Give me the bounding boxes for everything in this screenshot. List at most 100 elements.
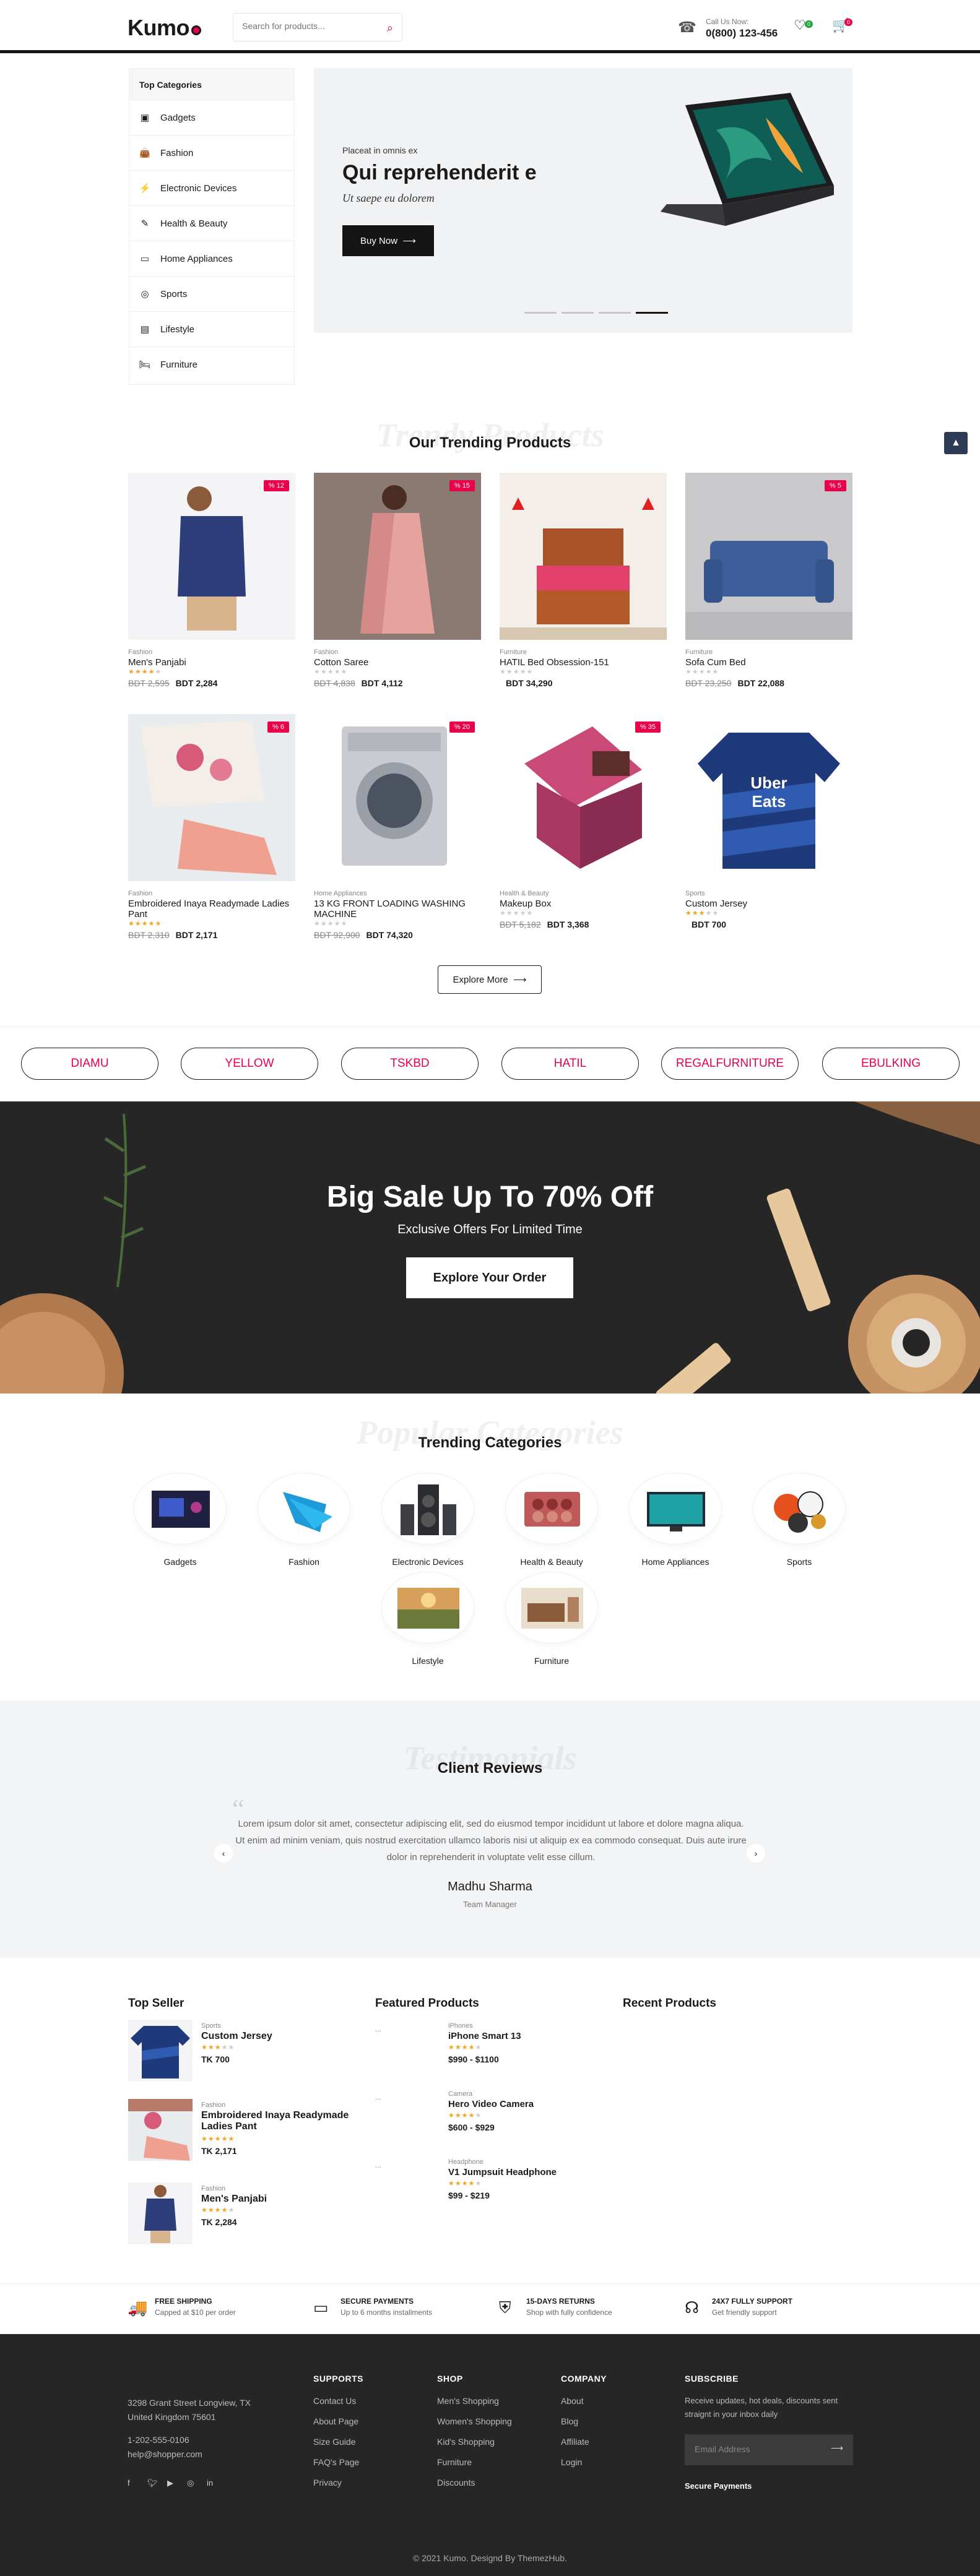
- product-image[interactable]: % 5: [685, 473, 852, 640]
- footer-link[interactable]: FAQ's Page: [313, 2457, 359, 2467]
- phone-text[interactable]: 1-202-555-0106: [128, 2433, 189, 2447]
- product-image[interactable]: [500, 473, 667, 640]
- product-thumb[interactable]: [128, 2182, 193, 2244]
- footer-link[interactable]: Discounts: [437, 2478, 475, 2488]
- category-image[interactable]: [258, 1473, 350, 1544]
- category-card[interactable]: Electronic Devices: [381, 1473, 474, 1567]
- product-name[interactable]: 13 KG FRONT LOADING WASHING MACHINE: [314, 898, 481, 920]
- email-input[interactable]: Email Address ⟶: [685, 2434, 853, 2465]
- brand-pill[interactable]: HATIL: [501, 1048, 639, 1080]
- footer-link[interactable]: Furniture: [437, 2457, 472, 2467]
- product-image[interactable]: % 15: [314, 473, 481, 640]
- footer-link[interactable]: Login: [561, 2457, 582, 2467]
- category-image[interactable]: [381, 1473, 474, 1544]
- category-image[interactable]: [505, 1572, 598, 1643]
- sidebar-item-sports[interactable]: ◎ Sports: [129, 276, 294, 311]
- product-thumb[interactable]: [128, 2020, 193, 2082]
- email-text[interactable]: help@shopper.com: [128, 2447, 202, 2462]
- product-name[interactable]: Men's Panjabi: [128, 657, 295, 668]
- footer-link[interactable]: About Page: [313, 2416, 358, 2426]
- category-image[interactable]: [629, 1473, 722, 1544]
- product-name[interactable]: Hero Video Camera: [448, 2099, 597, 2110]
- linkedin-icon[interactable]: in: [207, 2478, 213, 2488]
- product-name[interactable]: Men's Panjabi: [201, 2194, 350, 2205]
- product-card[interactable]: % 15 Fashion Cotton Saree ★★★★★ BDT 4,83…: [314, 473, 481, 688]
- search-icon[interactable]: ⌕: [387, 22, 393, 35]
- product-name[interactable]: Embroidered Inaya Readymade Ladies Pant: [201, 2110, 350, 2132]
- sidebar-item-furniture[interactable]: 🛏 Furniture: [129, 347, 294, 382]
- product-name[interactable]: Cotton Saree: [314, 657, 481, 668]
- product-card[interactable]: % 20 Home Appliances 13 KG FRONT LOADING…: [314, 714, 481, 940]
- sidebar-item-lifestyle[interactable]: ▤ Lifestyle: [129, 311, 294, 347]
- featured-item[interactable]: ... iPhones iPhone Smart 13 ★★★★★ $990 -…: [375, 2020, 579, 2082]
- product-card[interactable]: % 12 Fashion Men's Panjabi ★★★★★ BDT 2,5…: [128, 473, 295, 688]
- footer-link[interactable]: Kid's Shopping: [437, 2437, 495, 2447]
- brand-pill[interactable]: REGALFURNITURE: [661, 1048, 799, 1080]
- footer-link[interactable]: About: [561, 2396, 584, 2406]
- top-seller-item[interactable]: Fashion Embroidered Inaya Readymade Ladi…: [128, 2099, 351, 2167]
- product-image[interactable]: % 12: [128, 473, 295, 640]
- product-name[interactable]: Makeup Box: [500, 898, 667, 909]
- footer-link[interactable]: Men's Shopping: [437, 2396, 499, 2406]
- prev-arrow-icon[interactable]: ‹: [214, 1844, 233, 1863]
- product-card[interactable]: Uber Eats Sports Custom Jersey ★★★★★ BDT …: [685, 714, 852, 929]
- next-arrow-icon[interactable]: ›: [747, 1844, 765, 1863]
- explore-more-button[interactable]: Explore More ⟶: [438, 965, 542, 994]
- product-card[interactable]: % 6 Fashion Embroidered Inaya Readymade …: [128, 714, 295, 940]
- product-name[interactable]: Embroidered Inaya Readymade Ladies Pant: [128, 898, 295, 920]
- slider-dot[interactable]: [562, 312, 594, 314]
- sidebar-item-electronic[interactable]: ⚡ Electronic Devices: [129, 170, 294, 205]
- arrow-right-icon[interactable]: ⟶: [831, 2443, 843, 2453]
- footer-link[interactable]: Women's Shopping: [437, 2416, 512, 2426]
- explore-order-button[interactable]: Explore Your Order: [406, 1257, 573, 1298]
- footer-link[interactable]: Privacy: [313, 2478, 342, 2488]
- top-seller-item[interactable]: Sports Custom Jersey ★★★★★ TK 700: [128, 2020, 351, 2088]
- brand-pill[interactable]: EBULKING: [822, 1048, 960, 1080]
- product-name[interactable]: HATIL Bed Obsession-151: [500, 657, 667, 668]
- product-name[interactable]: Sofa Cum Bed: [685, 657, 852, 668]
- product-image[interactable]: % 20: [314, 714, 481, 881]
- sidebar-item-fashion[interactable]: 👜 Fashion: [129, 135, 294, 170]
- call-number[interactable]: 0(800) 123-456: [706, 27, 778, 40]
- youtube-icon[interactable]: ▶: [167, 2478, 173, 2488]
- slider-dot[interactable]: [524, 312, 557, 314]
- search-input[interactable]: [242, 21, 372, 31]
- brand-pill[interactable]: YELLOW: [181, 1048, 318, 1080]
- sidebar-item-health[interactable]: ✎ Health & Beauty: [129, 205, 294, 241]
- category-card[interactable]: Health & Beauty: [505, 1473, 598, 1567]
- category-card[interactable]: Furniture: [505, 1572, 598, 1666]
- heart-icon[interactable]: ♡: [794, 17, 806, 33]
- logo[interactable]: Kumo: [128, 15, 201, 41]
- footer-link[interactable]: Affiliate: [561, 2437, 589, 2447]
- instagram-icon[interactable]: ◎: [187, 2478, 194, 2488]
- product-image[interactable]: Uber Eats: [685, 714, 852, 881]
- brand-pill[interactable]: TSKBD: [341, 1048, 479, 1080]
- category-card[interactable]: Fashion: [258, 1473, 350, 1567]
- footer-link[interactable]: Size Guide: [313, 2437, 355, 2447]
- slider-dot-active[interactable]: [636, 312, 668, 314]
- category-card[interactable]: Lifestyle: [381, 1572, 474, 1666]
- buy-now-button[interactable]: Buy Now ⟶: [342, 225, 434, 256]
- brand-pill[interactable]: DIAMU: [21, 1048, 158, 1080]
- facebook-icon[interactable]: f: [128, 2478, 130, 2488]
- twitter-icon[interactable]: 🐦︎: [147, 2478, 158, 2488]
- product-card[interactable]: Furniture HATIL Bed Obsession-151 ★★★★★ …: [500, 473, 667, 688]
- slider-dot[interactable]: [599, 312, 631, 314]
- category-image[interactable]: [753, 1473, 846, 1544]
- product-name[interactable]: Custom Jersey: [685, 898, 852, 909]
- footer-link[interactable]: Blog: [561, 2416, 578, 2426]
- product-card[interactable]: % 5 Furniture Sofa Cum Bed ★★★★★ BDT 23,…: [685, 473, 852, 688]
- category-card[interactable]: Gadgets: [134, 1473, 227, 1567]
- product-thumb[interactable]: [128, 2099, 193, 2161]
- product-image[interactable]: % 35: [500, 714, 667, 881]
- category-card[interactable]: Home Appliances: [629, 1473, 722, 1567]
- category-image[interactable]: [134, 1473, 227, 1544]
- category-card[interactable]: Sports: [753, 1473, 846, 1567]
- sidebar-item-gadgets[interactable]: ▣ Gadgets: [129, 100, 294, 135]
- category-image[interactable]: [381, 1572, 474, 1643]
- category-image[interactable]: [505, 1473, 598, 1544]
- sidebar-item-home[interactable]: ▭ Home Appliances: [129, 241, 294, 276]
- featured-item[interactable]: ... Camera Hero Video Camera ★★★★★ $600 …: [375, 2088, 579, 2150]
- product-name[interactable]: V1 Jumpsuit Headphone: [448, 2167, 597, 2178]
- featured-item[interactable]: ... Headphone V1 Jumpsuit Headphone ★★★★…: [375, 2156, 579, 2218]
